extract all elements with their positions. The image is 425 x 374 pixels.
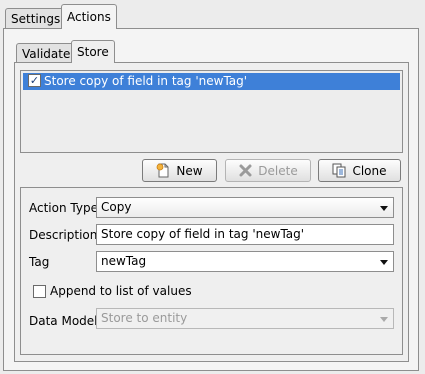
description-label: Description [29,228,98,242]
chevron-down-icon [380,317,388,322]
clone-button-label: Clone [352,163,387,178]
tab-store-label: Store [77,45,109,59]
clone-icon [332,163,347,178]
action-type-select[interactable]: Copy [96,197,394,218]
actions-list[interactable]: ✓ Store copy of field in tag 'newTag' [20,70,403,153]
append-checkbox[interactable] [33,284,46,298]
tab-settings[interactable]: Settings [5,8,67,29]
tag-value: newTag [101,254,147,268]
list-item-label: Store copy of field in tag 'newTag' [44,74,248,88]
action-type-label: Action Type [29,201,98,215]
append-label: Append to list of values [50,284,192,298]
action-type-value: Copy [101,200,132,214]
new-document-icon [156,163,171,178]
clone-button[interactable]: Clone [318,159,401,182]
delete-button[interactable]: Delete [225,159,311,182]
list-item[interactable]: ✓ Store copy of field in tag 'newTag' [23,73,400,90]
tag-label: Tag [29,255,50,269]
chevron-down-icon[interactable] [380,260,388,265]
description-value: Store copy of field in tag 'newTag' [101,227,305,241]
new-button-label: New [176,163,203,178]
data-model-value: Store to entity [101,311,188,325]
tag-combo[interactable]: newTag [96,251,394,272]
delete-x-icon [238,163,253,178]
data-model-select[interactable]: Store to entity [96,308,394,329]
delete-button-label: Delete [258,163,298,178]
tab-settings-label: Settings [11,12,61,26]
tab-actions[interactable]: Actions [61,4,117,29]
new-button[interactable]: New [142,159,217,182]
tab-validate-label: Validate [22,47,71,61]
tab-store[interactable]: Store [71,40,115,63]
list-item-checkbox[interactable]: ✓ [28,74,41,87]
data-model-label: Data Model [29,314,98,328]
description-input[interactable]: Store copy of field in tag 'newTag' [96,224,394,245]
tab-actions-label: Actions [67,10,111,24]
append-option[interactable]: Append to list of values [33,283,192,299]
chevron-down-icon [380,206,388,211]
tab-validate[interactable]: Validate [16,43,77,63]
